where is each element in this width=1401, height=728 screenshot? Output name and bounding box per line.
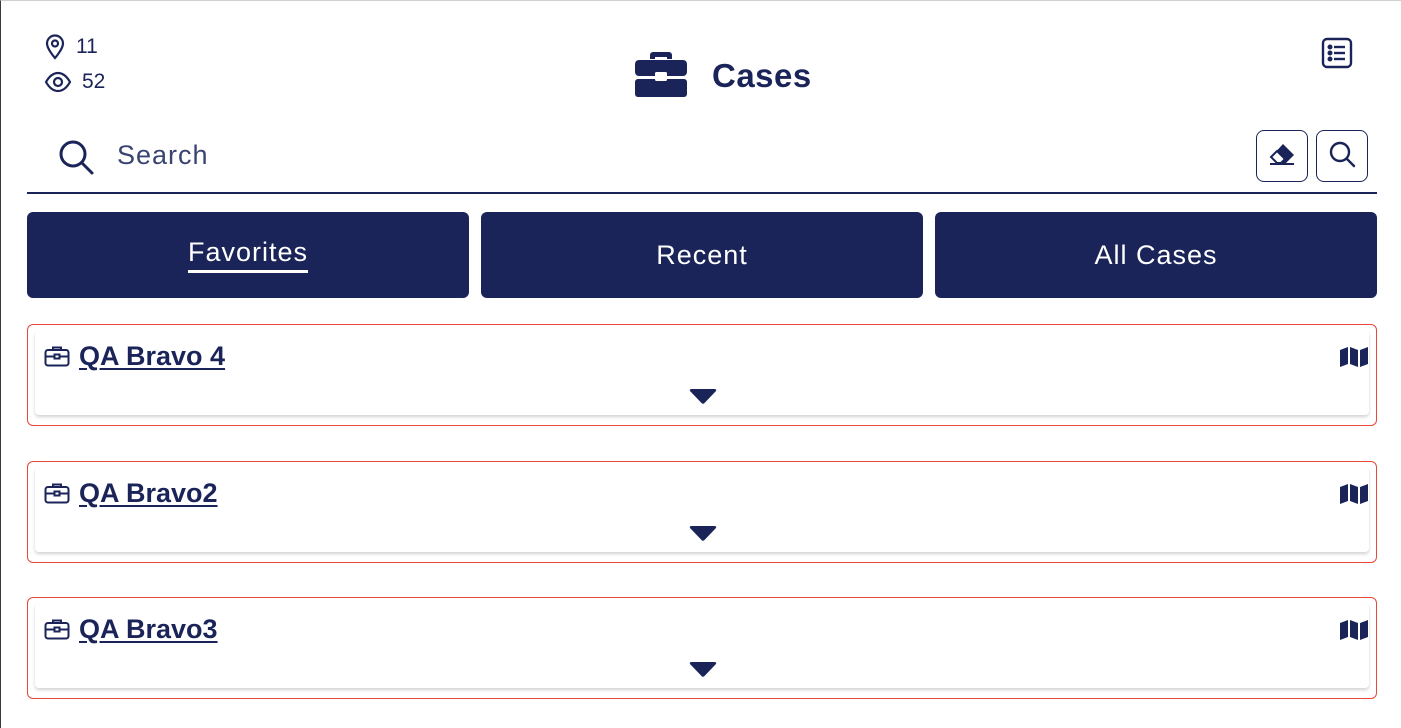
map-icon[interactable] [1339, 619, 1369, 646]
case-card: QA Bravo2 [27, 461, 1377, 563]
location-count: 11 [44, 34, 98, 60]
page-title: Cases [712, 56, 812, 94]
caret-down-icon[interactable] [689, 526, 717, 547]
search-input[interactable] [117, 134, 1217, 176]
briefcase-icon [44, 345, 70, 372]
map-icon[interactable] [1339, 483, 1369, 510]
page-header: Cases [634, 48, 812, 103]
view-count: 52 [44, 70, 105, 94]
case-name-link[interactable]: QA Bravo3 [79, 614, 218, 645]
list-view-button[interactable] [1320, 36, 1354, 70]
clear-search-button[interactable] [1256, 130, 1308, 182]
tab-label: All Cases [1094, 239, 1218, 270]
search-icon [1328, 140, 1356, 173]
briefcase-icon [44, 482, 70, 509]
briefcase-icon [634, 48, 688, 103]
location-count-value: 11 [76, 35, 98, 58]
view-count-value: 52 [82, 70, 106, 93]
case-card-body: QA Bravo3 [35, 604, 1369, 688]
case-name-link[interactable]: QA Bravo 4 [79, 341, 225, 372]
list-view-icon [1320, 37, 1354, 74]
map-pin-icon [44, 34, 66, 60]
case-card: QA Bravo3 [27, 597, 1377, 699]
eye-icon [44, 71, 72, 93]
map-icon[interactable] [1339, 346, 1369, 373]
tab-label: Favorites [187, 237, 309, 273]
case-card-body: QA Bravo 4 [35, 331, 1369, 415]
case-card: QA Bravo 4 [27, 324, 1377, 426]
tab-favorites[interactable]: Favorites [27, 212, 469, 298]
tab-recent[interactable]: Recent [481, 212, 923, 298]
search-icon [57, 138, 95, 181]
search-button[interactable] [1316, 130, 1368, 182]
tab-all-cases[interactable]: All Cases [935, 212, 1377, 298]
case-name-link[interactable]: QA Bravo2 [79, 478, 218, 509]
case-card-body: QA Bravo2 [35, 468, 1369, 552]
briefcase-icon [44, 618, 70, 645]
search-bar [27, 128, 1377, 194]
eraser-icon [1268, 142, 1296, 171]
caret-down-icon[interactable] [689, 389, 717, 410]
caret-down-icon[interactable] [689, 662, 717, 683]
tab-label: Recent [656, 239, 748, 270]
